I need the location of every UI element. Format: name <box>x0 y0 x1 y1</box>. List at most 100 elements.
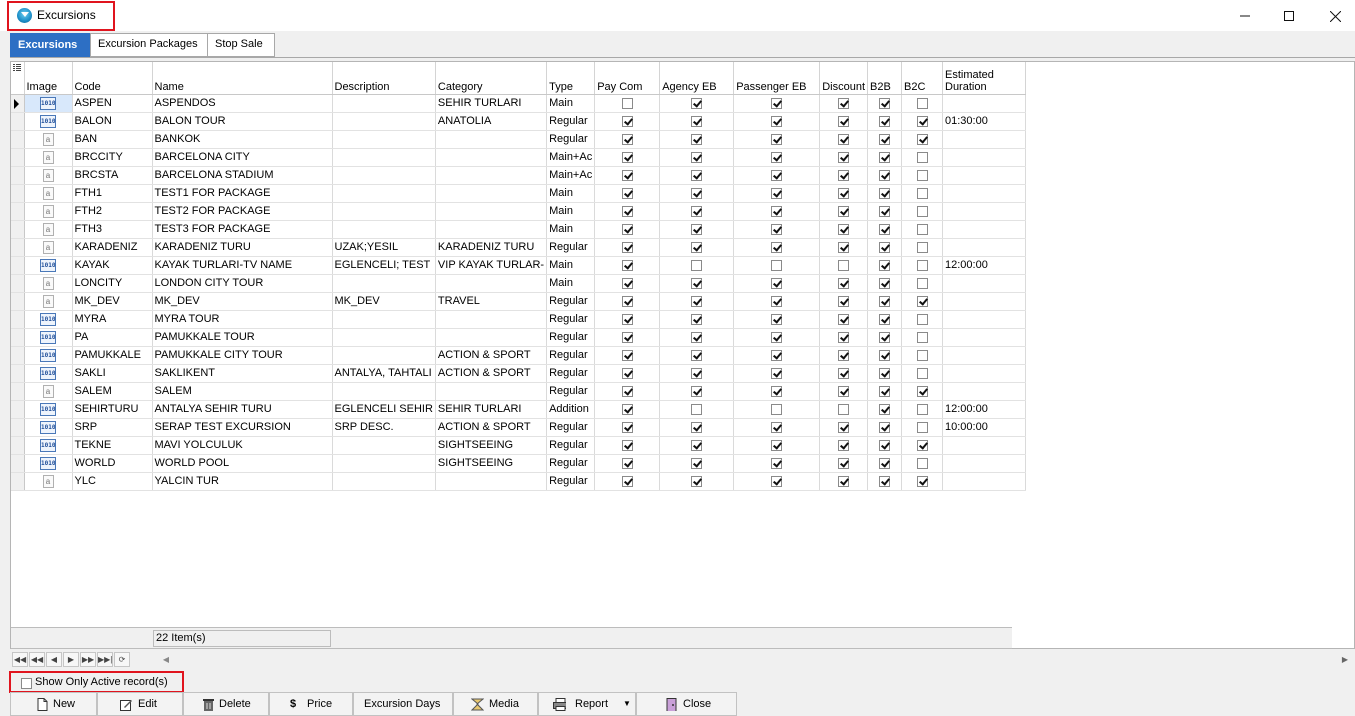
row-indicator[interactable] <box>11 382 25 401</box>
cell-name[interactable]: ANTALYA SEHIR TURU <box>152 400 333 419</box>
cell-b2b[interactable] <box>867 202 902 221</box>
cell-name[interactable]: LONDON CITY TOUR <box>152 274 333 293</box>
cell-category[interactable] <box>435 148 548 167</box>
cell-description[interactable] <box>332 454 436 473</box>
nav-prev-page-icon[interactable]: ◀◀ <box>29 652 45 667</box>
tab-stop-sale[interactable]: Stop Sale <box>207 33 275 57</box>
cell-pay-com[interactable] <box>594 454 661 473</box>
passenger-eb-checkbox[interactable] <box>771 133 783 145</box>
cell-discount[interactable] <box>819 418 868 437</box>
cell-estimated-duration[interactable]: 10:00:00 <box>942 418 1026 437</box>
cell-category[interactable]: ACTION & SPORT <box>435 364 548 383</box>
cell-agency-eb[interactable] <box>659 418 735 437</box>
cell-b2c[interactable] <box>901 400 943 419</box>
cell-type[interactable]: Main <box>546 256 596 275</box>
header-code[interactable]: Code <box>72 62 153 95</box>
cell-pay-com[interactable] <box>594 256 661 275</box>
pay-com-checkbox[interactable] <box>621 187 633 199</box>
pay-com-checkbox[interactable] <box>621 241 633 253</box>
cell-passenger-eb[interactable] <box>733 472 821 491</box>
agency-eb-checkbox[interactable] <box>691 223 703 235</box>
discount-checkbox[interactable] <box>838 151 850 163</box>
cell-description[interactable] <box>332 346 436 365</box>
agency-eb-checkbox[interactable] <box>691 295 703 307</box>
cell-name[interactable]: SALEM <box>152 382 333 401</box>
cell-code[interactable]: TEKNE <box>72 436 153 455</box>
passenger-eb-checkbox[interactable] <box>771 439 783 451</box>
cell-discount[interactable] <box>819 472 868 491</box>
cell-passenger-eb[interactable] <box>733 220 821 239</box>
passenger-eb-checkbox[interactable] <box>771 421 783 433</box>
cell-code[interactable]: PAMUKKALE <box>72 346 153 365</box>
discount-checkbox[interactable] <box>838 115 850 127</box>
agency-eb-checkbox[interactable] <box>691 349 703 361</box>
close-button[interactable]: Close <box>636 692 737 716</box>
cell-b2b[interactable] <box>867 382 902 401</box>
cell-image[interactable]: 1010 <box>24 112 73 131</box>
cell-b2c[interactable] <box>901 364 943 383</box>
cell-passenger-eb[interactable] <box>733 202 821 221</box>
cell-agency-eb[interactable] <box>659 400 735 419</box>
header-pay-com[interactable]: Pay Com <box>594 62 661 95</box>
nav-next-page-icon[interactable]: ▶▶ <box>80 652 96 667</box>
cell-b2c[interactable] <box>901 94 943 113</box>
cell-passenger-eb[interactable] <box>733 346 821 365</box>
cell-description[interactable] <box>332 166 436 185</box>
agency-eb-checkbox[interactable] <box>691 97 703 109</box>
tab-excursions[interactable]: Excursions <box>10 33 90 58</box>
cell-category[interactable]: ANATOLIA <box>435 112 548 131</box>
passenger-eb-checkbox[interactable] <box>771 205 783 217</box>
pay-com-checkbox[interactable] <box>621 295 633 307</box>
b2b-checkbox[interactable] <box>879 475 890 487</box>
cell-name[interactable]: BARCELONA STADIUM <box>152 166 333 185</box>
cell-image[interactable]: 1010 <box>24 454 73 473</box>
b2c-checkbox[interactable] <box>916 367 928 379</box>
b2c-checkbox[interactable] <box>916 133 928 145</box>
table-row[interactable]: a BRCSTA BARCELONA STADIUM Main+Ac <box>11 166 1026 185</box>
cell-estimated-duration[interactable] <box>942 238 1026 257</box>
b2b-checkbox[interactable] <box>879 331 890 343</box>
cell-passenger-eb[interactable] <box>733 184 821 203</box>
cell-image[interactable]: 1010 <box>24 328 73 347</box>
discount-checkbox[interactable] <box>838 439 850 451</box>
discount-checkbox[interactable] <box>838 277 850 289</box>
passenger-eb-checkbox[interactable] <box>771 331 783 343</box>
cell-discount[interactable] <box>819 256 868 275</box>
passenger-eb-checkbox[interactable] <box>771 187 783 199</box>
b2c-checkbox[interactable] <box>916 439 928 451</box>
row-indicator[interactable] <box>11 292 25 311</box>
b2c-checkbox[interactable] <box>916 259 928 271</box>
pay-com-checkbox[interactable] <box>621 133 633 145</box>
cell-description[interactable]: SRP DESC. <box>332 418 436 437</box>
cell-discount[interactable] <box>819 238 868 257</box>
cell-code[interactable]: ASPEN <box>72 94 153 113</box>
discount-checkbox[interactable] <box>838 475 850 487</box>
cell-discount[interactable] <box>819 328 868 347</box>
agency-eb-checkbox[interactable] <box>691 133 703 145</box>
cell-name[interactable]: PAMUKKALE CITY TOUR <box>152 346 333 365</box>
cell-b2c[interactable] <box>901 130 943 149</box>
row-indicator[interactable] <box>11 364 25 383</box>
nav-next-icon[interactable]: ▶ <box>63 652 79 667</box>
cell-agency-eb[interactable] <box>659 148 735 167</box>
b2b-checkbox[interactable] <box>879 223 890 235</box>
cell-description[interactable] <box>332 328 436 347</box>
cell-pay-com[interactable] <box>594 310 661 329</box>
cell-image[interactable]: a <box>24 292 73 311</box>
delete-button[interactable]: Delete <box>183 692 269 716</box>
cell-image[interactable]: 1010 <box>24 436 73 455</box>
cell-category[interactable] <box>435 202 548 221</box>
row-indicator[interactable] <box>11 202 25 221</box>
b2b-checkbox[interactable] <box>879 295 890 307</box>
cell-image[interactable]: 1010 <box>24 418 73 437</box>
cell-b2b[interactable] <box>867 418 902 437</box>
cell-description[interactable] <box>332 112 436 131</box>
cell-type[interactable]: Regular <box>546 418 596 437</box>
cell-estimated-duration[interactable] <box>942 382 1026 401</box>
row-indicator[interactable] <box>11 472 25 491</box>
cell-estimated-duration[interactable] <box>942 184 1026 203</box>
cell-name[interactable]: TEST3 FOR PACKAGE <box>152 220 333 239</box>
cell-agency-eb[interactable] <box>659 94 735 113</box>
cell-b2b[interactable] <box>867 274 902 293</box>
cell-estimated-duration[interactable]: 12:00:00 <box>942 256 1026 275</box>
